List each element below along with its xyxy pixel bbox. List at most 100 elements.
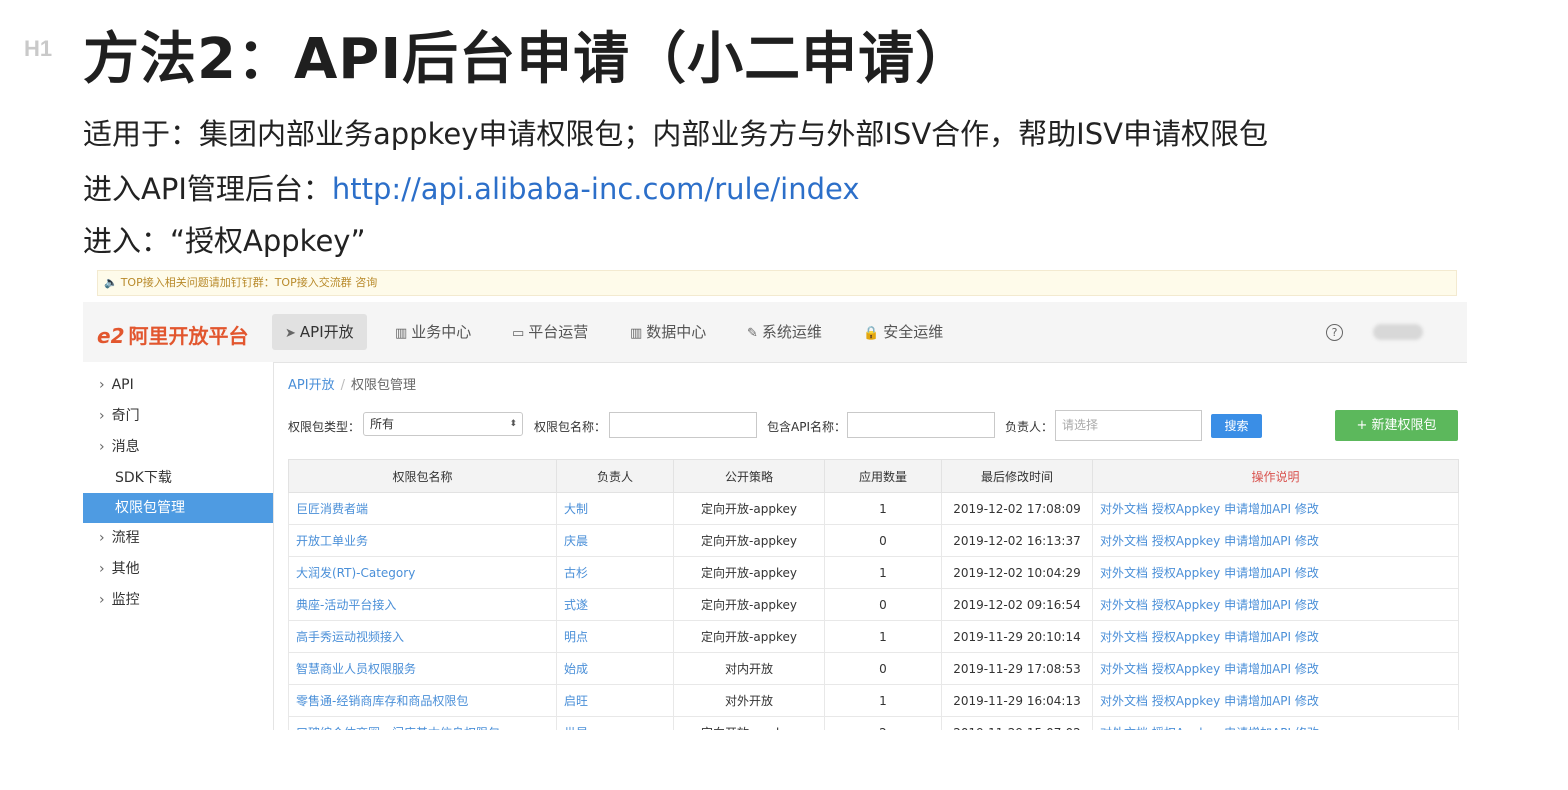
wrench-icon: ✎ [747,326,758,341]
breadcrumb-current: 权限包管理 [350,378,416,393]
chevron-right-icon: › [99,592,105,608]
nav-system-ops[interactable]: ✎ 系统运维 [734,314,835,350]
package-name-link[interactable]: 典座-活动平台接入 [288,588,557,621]
row-actions[interactable]: 对外文档 授权Appkey 申请增加API 修改 [1092,716,1459,730]
owner-link[interactable]: 式遂 [556,588,674,621]
row-actions[interactable]: 对外文档 授权Appkey 申请增加API 修改 [1092,524,1459,557]
embedded-screenshot: 🔈 TOP接入相关问题请加钉钉群：TOP接入交流群 咨询 e2 阿里开放平台 ➤ AP… [83,266,1467,730]
column-header: 公开策略 [673,459,825,493]
bar-chart-icon: ▥ [630,326,643,341]
owner-link[interactable]: 古杉 [556,556,674,589]
nav-platform-ops[interactable]: ▭ 平台运营 [499,314,601,350]
nav-label: 安全运维 [883,323,944,341]
applicability-text: 适用于：集团内部业务appkey申请权限包；内部业务方与外部ISV合作，帮助IS… [83,117,1268,151]
api-admin-link[interactable]: http://api.alibaba-inc.com/rule/index [332,172,860,206]
nav-business-center[interactable]: ▥ 业务中心 [382,314,484,350]
package-type-value: 所有 [370,417,395,431]
api-name-label: 包含API名称： [767,420,846,434]
nav-label: 数据中心 [646,323,707,341]
app-count-cell: 1 [824,620,942,653]
new-package-button[interactable]: + 新建权限包 [1335,410,1458,441]
sidebar-item-monitor[interactable]: › 监控 [83,585,273,615]
chevron-right-icon: › [99,439,105,455]
owner-link[interactable]: 明点 [556,620,674,653]
sidebar-item-sdk-download[interactable]: SDK下载 [83,463,273,493]
package-name-link[interactable]: 巨匠消费者端 [288,492,557,525]
package-name-input[interactable] [609,412,757,438]
owner-link[interactable]: 世昱 [556,716,674,730]
package-name-link[interactable]: 高手秀运动视频接入 [288,620,557,653]
modified-time-cell: 2019-11-29 16:04:13 [941,684,1093,717]
owner-link[interactable]: 大制 [556,492,674,525]
sidebar-item-permission-packages[interactable]: 权限包管理 [83,493,273,523]
column-header: 最后修改时间 [941,459,1093,493]
app-count-cell: 2 [824,716,942,730]
package-name-link[interactable]: 零售通-经销商库存和商品权限包 [288,684,557,717]
modified-time-cell: 2019-11-29 15:07:02 [941,716,1093,730]
table-row: 典座-活动平台接入 式遂 定向开放-appkey 0 2019-12-02 09… [288,588,1459,621]
package-name-link[interactable]: 口碑综合体商圈、门店基本信息权限包 [288,716,557,730]
monitor-icon: ▭ [512,326,525,341]
modified-time-cell: 2019-12-02 16:13:37 [941,524,1093,557]
sidebar-item-api[interactable]: › API [83,370,273,400]
policy-cell: 对内开放 [673,652,825,685]
entry-instruction: 进入API管理后台：http://api.alibaba-inc.com/rul… [83,166,860,208]
chevron-right-icon: › [99,377,105,393]
package-name-link[interactable]: 开放工单业务 [288,524,557,557]
modified-time-cell: 2019-12-02 09:16:54 [941,588,1093,621]
modified-time-cell: 2019-12-02 10:04:29 [941,556,1093,589]
nav-api-open[interactable]: ➤ API开放 [272,314,367,350]
row-actions[interactable]: 对外文档 授权Appkey 申请增加API 修改 [1092,684,1459,717]
table-row: 开放工单业务 庆晨 定向开放-appkey 0 2019-12-02 16:13… [288,524,1459,557]
select-arrows-icon: ⬍ [509,419,517,429]
chevron-right-icon: › [99,561,105,577]
breadcrumb-root[interactable]: API开放 [288,378,335,393]
authorize-instruction: 进入：“授权Appkey” [83,224,366,258]
user-avatar[interactable] [1373,324,1423,340]
nav-data-center[interactable]: ▥ 数据中心 [617,314,719,350]
row-actions[interactable]: 对外文档 授权Appkey 申请增加API 修改 [1092,492,1459,525]
row-actions[interactable]: 对外文档 授权Appkey 申请增加API 修改 [1092,620,1459,653]
sidebar-item-label: 权限包管理 [115,500,185,516]
row-actions[interactable]: 对外文档 授权Appkey 申请增加API 修改 [1092,588,1459,621]
policy-cell: 定向开放-appkey [673,588,825,621]
logo[interactable]: e2 阿里开放平台 [97,320,248,349]
owner-link[interactable]: 启旺 [556,684,674,717]
entry-instruction-label: 进入API管理后台： [83,172,332,206]
owner-input[interactable]: 请选择 [1055,410,1202,441]
nav-security-ops[interactable]: 🔒 安全运维 [850,314,956,350]
top-navigation: e2 阿里开放平台 ➤ API开放 ▥ 业务中心 ▭ 平台运营 ▥ 数据中心 ✎ 系统运维 … [83,302,1467,363]
page-title: 方法2：API后台申请（小二申请） [83,27,973,92]
app-count-cell: 1 [824,492,942,525]
sidebar-item-qimen[interactable]: › 奇门 [83,401,273,431]
sidebar-item-label: 其他 [111,561,140,577]
owner-link[interactable]: 始成 [556,652,674,685]
owner-link[interactable]: 庆晨 [556,524,674,557]
bar-chart-icon: ▥ [395,326,408,341]
app-count-cell: 1 [824,684,942,717]
table-row: 口碑综合体商圈、门店基本信息权限包 世昱 定向开放-appkey 2 2019-… [288,716,1459,730]
package-type-select[interactable]: 所有 ⬍ [363,412,523,436]
help-icon[interactable]: ? [1326,324,1343,341]
logo-mark-icon: e2 [97,324,125,348]
sidebar-item-other[interactable]: › 其他 [83,554,273,584]
package-name-link[interactable]: 大润发(RT)-Category [288,556,557,589]
column-header: 应用数量 [824,459,942,493]
policy-cell: 对外开放 [673,684,825,717]
sidebar-item-label: 监控 [111,592,140,608]
row-actions[interactable]: 对外文档 授权Appkey 申请增加API 修改 [1092,556,1459,589]
row-actions[interactable]: 对外文档 授权Appkey 申请增加API 修改 [1092,652,1459,685]
sidebar: › API › 奇门 › 消息 SDK下载 权限包管理 › 流程 › 其他 › 监控 [83,362,274,730]
lock-icon: 🔒 [863,326,880,341]
package-name-link[interactable]: 智慧商业人员权限服务 [288,652,557,685]
policy-cell: 定向开放-appkey [673,492,825,525]
api-name-input[interactable] [847,412,995,438]
sidebar-item-label: 消息 [111,439,140,455]
nav-label: API开放 [299,323,354,341]
table-row: 大润发(RT)-Category 古杉 定向开放-appkey 1 2019-1… [288,556,1459,589]
search-button[interactable]: 搜索 [1211,414,1262,438]
sidebar-item-message[interactable]: › 消息 [83,432,273,462]
table-row: 高手秀运动视频接入 明点 定向开放-appkey 1 2019-11-29 20… [288,620,1459,653]
app-count-cell: 1 [824,556,942,589]
sidebar-item-process[interactable]: › 流程 [83,523,273,553]
